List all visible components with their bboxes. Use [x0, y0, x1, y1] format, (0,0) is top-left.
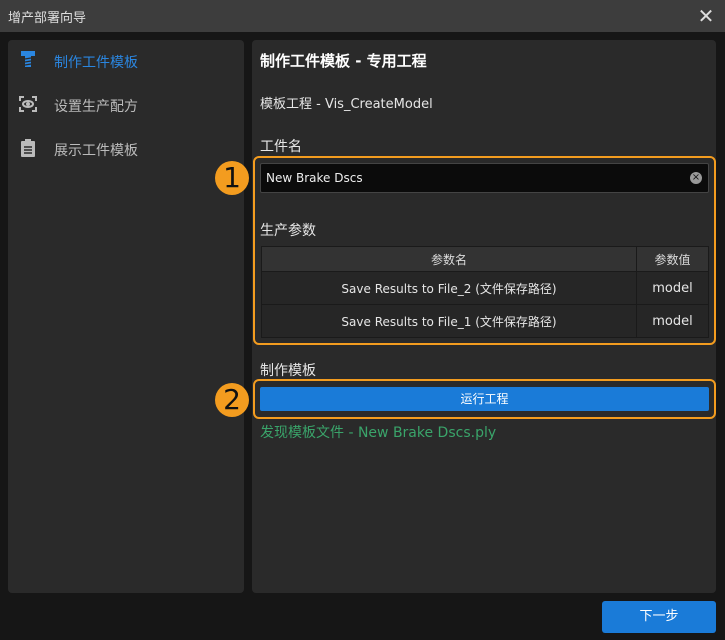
found-template-text: 发现模板文件 - New Brake Dscs.ply: [260, 425, 497, 441]
screw-icon: [18, 51, 38, 73]
page-title: 制作工件模板 - 专用工程: [260, 52, 427, 70]
sidebar-item-show-template[interactable]: 展示工件模板: [8, 128, 244, 172]
param-value[interactable]: model: [636, 304, 709, 338]
window-title: 增产部署向导: [8, 10, 87, 26]
table-row[interactable]: Save Results to File_2 (文件保存路径) model: [260, 271, 709, 305]
sidebar-item-label: 设置生产配方: [54, 99, 138, 115]
sidebar-item-label: 制作工件模板: [54, 55, 138, 71]
close-icon[interactable]: ✕: [695, 5, 717, 27]
column-header: 参数值: [636, 246, 709, 272]
sidebar: 制作工件模板 设置生产配方 展示工件模板: [8, 40, 244, 593]
workpiece-name-value: New Brake Dscs: [266, 171, 363, 185]
make-template-label: 制作模板: [260, 363, 316, 379]
workpiece-name-input[interactable]: New Brake Dscs ×: [260, 163, 709, 193]
param-name: Save Results to File_2 (文件保存路径): [260, 271, 638, 305]
project-name: 模板工程 - Vis_CreateModel: [260, 97, 433, 112]
sidebar-item-make-template[interactable]: 制作工件模板: [8, 40, 244, 84]
callout-badge-1: 1: [215, 161, 249, 195]
sidebar-item-set-recipe[interactable]: 设置生产配方: [8, 84, 244, 128]
callout-badge-2: 2: [215, 383, 249, 417]
next-button[interactable]: 下一步: [602, 601, 716, 633]
run-project-button[interactable]: 运行工程: [260, 387, 709, 411]
workpiece-label: 工件名: [260, 139, 302, 155]
sidebar-item-label: 展示工件模板: [54, 143, 138, 159]
params-table: 参数名 参数值 Save Results to File_2 (文件保存路径) mo…: [260, 246, 709, 338]
clear-icon[interactable]: ×: [690, 172, 702, 184]
param-value[interactable]: model: [636, 271, 709, 305]
column-header: 参数名: [260, 246, 638, 272]
param-name: Save Results to File_1 (文件保存路径): [260, 304, 638, 338]
eye-scan-icon: [18, 96, 38, 116]
clipboard-icon: [18, 139, 38, 161]
table-row[interactable]: Save Results to File_1 (文件保存路径) model: [260, 304, 709, 338]
title-bar: 增产部署向导 ✕: [0, 0, 725, 32]
